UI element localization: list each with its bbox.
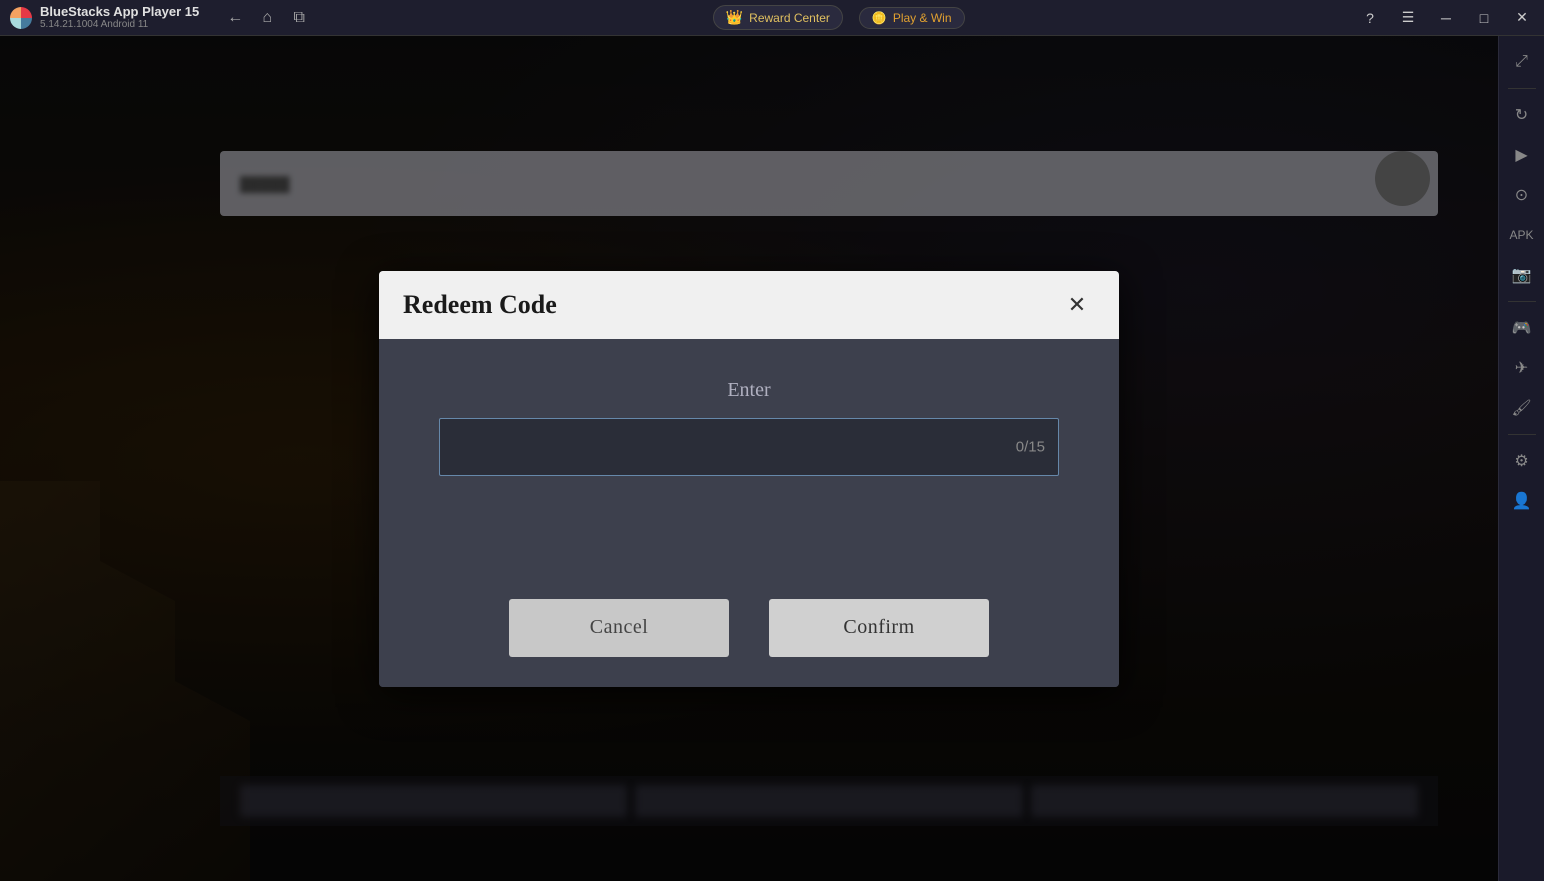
sidebar-apk-icon[interactable]: APK <box>1504 217 1540 253</box>
close-button[interactable]: ✕ <box>1504 0 1540 36</box>
crown-icon: 👑 <box>726 9 743 26</box>
sidebar-rotate-icon[interactable]: ↻ <box>1504 97 1540 133</box>
modal-overlay: Redeem Code ✕ Enter 0/15 Cancel Confirm <box>0 36 1498 881</box>
sidebar-screenshot-icon[interactable]: 📷 <box>1504 257 1540 293</box>
titlebar-nav: ← ⌂ ⧉ <box>209 4 325 32</box>
app-title: BlueStacks App Player 15 <box>40 4 199 20</box>
dialog-footer: Cancel Confirm <box>379 579 1119 687</box>
titlebar: BlueStacks App Player 15 5.14.21.1004 An… <box>0 0 1544 36</box>
sidebar-gamepad-icon[interactable]: 🎮 <box>1504 310 1540 346</box>
dialog-close-button[interactable]: ✕ <box>1059 287 1095 323</box>
sidebar-airplane-icon[interactable]: ✈ <box>1504 350 1540 386</box>
dialog-input-wrapper: 0/15 <box>439 418 1059 476</box>
sidebar-expand-icon[interactable]: ⤢ <box>1504 44 1540 80</box>
redeem-code-dialog: Redeem Code ✕ Enter 0/15 Cancel Confirm <box>379 271 1119 687</box>
main-area: █████ ✕ Redeem Code ✕ Enter 0/15 <box>0 36 1498 881</box>
minimize-button[interactable]: ─ <box>1428 0 1464 36</box>
sidebar-divider-2 <box>1508 301 1536 302</box>
cancel-button[interactable]: Cancel <box>509 599 729 657</box>
app-version: 5.14.21.1004 Android 11 <box>40 19 199 31</box>
confirm-button[interactable]: Confirm <box>769 599 989 657</box>
sidebar-search-icon[interactable]: ⊙ <box>1504 177 1540 213</box>
pages-button[interactable]: ⧉ <box>285 4 313 32</box>
sidebar-settings-icon[interactable]: ⚙ <box>1504 443 1540 479</box>
play-win-label: Play & Win <box>893 11 952 25</box>
sidebar-person-icon[interactable]: 👤 <box>1504 483 1540 519</box>
reward-center-button[interactable]: 👑 Reward Center <box>713 5 843 30</box>
right-sidebar: ⤢ ↻ ▶ ⊙ APK 📷 🎮 ✈ 🖌 ⚙ 👤 <box>1498 36 1544 881</box>
bluestacks-logo-icon <box>10 7 32 29</box>
dialog-header: Redeem Code ✕ <box>379 271 1119 339</box>
dialog-title: Redeem Code <box>403 290 557 320</box>
app-name: BlueStacks App Player 15 5.14.21.1004 An… <box>40 4 199 32</box>
titlebar-actions: ? ☰ ─ □ ✕ <box>1352 0 1544 36</box>
sidebar-video-icon[interactable]: ▶ <box>1504 137 1540 173</box>
play-win-button[interactable]: 🪙 Play & Win <box>859 7 965 29</box>
reward-center-label: Reward Center <box>749 11 830 25</box>
home-button[interactable]: ⌂ <box>253 4 281 32</box>
menu-button[interactable]: ☰ <box>1390 0 1426 36</box>
dialog-body: Enter 0/15 <box>379 339 1119 579</box>
help-button[interactable]: ? <box>1352 0 1388 36</box>
back-button[interactable]: ← <box>221 4 249 32</box>
titlebar-center: 👑 Reward Center 🪙 Play & Win <box>325 5 1352 30</box>
coin-icon: 🪙 <box>872 11 887 25</box>
maximize-button[interactable]: □ <box>1466 0 1502 36</box>
sidebar-divider-3 <box>1508 434 1536 435</box>
redeem-code-input[interactable] <box>439 418 1059 476</box>
sidebar-divider-1 <box>1508 88 1536 89</box>
app-logo: BlueStacks App Player 15 5.14.21.1004 An… <box>0 4 209 32</box>
dialog-enter-label: Enter <box>727 379 770 402</box>
sidebar-brush-icon[interactable]: 🖌 <box>1504 390 1540 426</box>
